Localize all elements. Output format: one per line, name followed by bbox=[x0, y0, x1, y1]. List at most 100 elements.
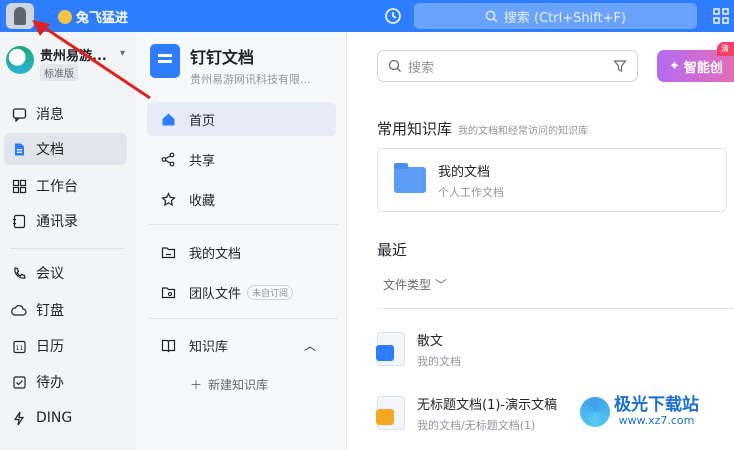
doc-nav-team-files[interactable]: 团队文件 未自订阅 bbox=[147, 275, 336, 309]
phone-icon bbox=[10, 264, 28, 282]
plus-icon: ＋ bbox=[190, 378, 203, 392]
org-switcher[interactable]: 贵州易游... 标准版 ▾ bbox=[6, 42, 134, 82]
nav-item-calendar[interactable]: 11 日历 bbox=[4, 330, 127, 362]
nav-item-ding[interactable]: DING bbox=[4, 402, 127, 434]
nav-item-contacts[interactable]: 通讯录 bbox=[4, 205, 127, 237]
svg-text:11: 11 bbox=[15, 345, 23, 352]
left-nav: 贵州易游... 标准版 ▾ 消息 文档 工作台 通讯录 会议 钉盘 11 日历 … bbox=[0, 32, 136, 450]
doc-nav-label: 知识库 bbox=[189, 339, 229, 355]
history-icon[interactable] bbox=[384, 7, 402, 25]
doc-nav-label: 共享 bbox=[189, 153, 216, 169]
doc-panel-divider bbox=[148, 318, 338, 319]
cloud-icon bbox=[10, 301, 28, 319]
doc-nav-home[interactable]: 首页 bbox=[147, 102, 336, 136]
kb-card-name: 我的文档 bbox=[438, 164, 491, 180]
user-name-label: 兔飞猛进 bbox=[76, 11, 129, 26]
nav-item-meeting[interactable]: 会议 bbox=[4, 257, 127, 289]
doc-panel-divider bbox=[148, 224, 338, 225]
presentation-file-icon bbox=[376, 396, 405, 430]
nav-item-workbench[interactable]: 工作台 bbox=[4, 170, 127, 202]
watermark: 极光下载站 www.xz7.com bbox=[580, 396, 699, 427]
doc-nav-label: 首页 bbox=[189, 113, 216, 129]
doc-path: 我的文档 bbox=[417, 354, 461, 368]
nav-label: 待办 bbox=[36, 375, 64, 391]
nav-label: 日历 bbox=[36, 339, 64, 355]
knowledge-base-card[interactable]: 我的文档 个人工作文档 bbox=[377, 148, 727, 212]
nav-divider bbox=[10, 248, 125, 249]
main-content: 搜索 ✦ 智能创 清 常用知识库 我的文档和经常访问的知识库 我的文档 个人工作文… bbox=[347, 32, 734, 450]
doc-nav-label: 我的文档 bbox=[189, 246, 242, 262]
nav-label: 文档 bbox=[36, 142, 64, 158]
doc-search-input[interactable]: 搜索 bbox=[377, 50, 638, 82]
file-type-filter[interactable]: 文件类型 ﹀ bbox=[383, 276, 447, 293]
doc-nav-label: 团队文件 bbox=[189, 286, 242, 302]
watermark-url: www.xz7.com bbox=[618, 414, 695, 427]
bunny-icon bbox=[58, 9, 72, 24]
doc-nav-label: 收藏 bbox=[189, 193, 216, 209]
file-type-label: 文件类型 bbox=[383, 278, 432, 292]
org-logo bbox=[6, 46, 34, 74]
calendar-icon: 11 bbox=[10, 337, 28, 355]
magic-wand-icon: ✦ bbox=[669, 58, 680, 74]
org-name: 贵州易游... bbox=[40, 49, 107, 64]
global-search[interactable]: 搜索 (Ctrl+Shift+F) bbox=[414, 3, 697, 29]
nav-item-docs[interactable]: 文档 bbox=[4, 133, 127, 165]
doc-nav-my-docs[interactable]: 我的文档 bbox=[147, 235, 336, 269]
apps-grid-icon[interactable] bbox=[713, 8, 729, 24]
user-name[interactable]: 兔飞猛进 bbox=[58, 7, 128, 26]
top-bar: 兔飞猛进 搜索 (Ctrl+Shift+F) bbox=[0, 0, 734, 32]
doc-panel-subtitle: 贵州易游网讯科技有限... bbox=[190, 73, 311, 86]
doc-panel-header: 钉钉文档 贵州易游网讯科技有限... bbox=[150, 44, 311, 87]
team-files-badge: 未自订阅 bbox=[247, 284, 294, 300]
search-icon bbox=[485, 10, 498, 22]
ai-create-label: 智能创 bbox=[683, 60, 723, 76]
watermark-brand: 极光下载站 bbox=[614, 395, 699, 415]
folder-icon bbox=[394, 163, 426, 193]
chevron-up-icon[interactable]: ︿ bbox=[304, 337, 316, 354]
doc-name: 无标题文档(1)-演示文稿 bbox=[417, 397, 558, 413]
share-icon bbox=[159, 150, 177, 168]
nav-item-drive[interactable]: 钉盘 bbox=[4, 294, 127, 326]
chevron-down-icon: ﹀ bbox=[434, 278, 447, 292]
ai-promo-badge: 清 bbox=[717, 42, 734, 56]
doc-panel-title: 钉钉文档 bbox=[190, 48, 255, 67]
watermark-logo bbox=[580, 396, 610, 427]
doc-file-icon bbox=[376, 332, 405, 366]
home-icon bbox=[159, 110, 177, 128]
new-knowledge-base-button[interactable]: ＋ 新建知识库 bbox=[190, 376, 268, 393]
doc-nav-favorites[interactable]: 收藏 bbox=[147, 182, 336, 216]
kb-card-desc: 个人工作文档 bbox=[438, 185, 504, 199]
recent-divider bbox=[377, 308, 734, 309]
dingtalk-docs-logo bbox=[150, 44, 180, 78]
nav-label: DING bbox=[36, 410, 73, 426]
filter-icon[interactable] bbox=[613, 59, 627, 73]
nav-label: 消息 bbox=[36, 107, 64, 123]
doc-name: 散文 bbox=[417, 333, 444, 349]
doc-nav-knowledge-base[interactable]: 知识库 ︿ bbox=[147, 328, 336, 362]
grid-icon bbox=[10, 177, 28, 195]
nav-label: 钉盘 bbox=[36, 303, 64, 319]
recent-doc-row[interactable]: 散文 我的文档 bbox=[376, 324, 734, 374]
search-icon bbox=[388, 59, 401, 72]
document-icon bbox=[10, 140, 28, 158]
doc-panel: 钉钉文档 贵州易游网讯科技有限... 首页 共享 收藏 我的文档 团队文件 未自… bbox=[136, 32, 347, 450]
lightning-icon bbox=[10, 409, 28, 427]
nav-item-messages[interactable]: 消息 bbox=[4, 98, 127, 130]
doc-nav-shared[interactable]: 共享 bbox=[147, 142, 336, 176]
doc-search-placeholder: 搜索 bbox=[408, 60, 435, 76]
user-avatar[interactable] bbox=[6, 3, 34, 29]
book-icon bbox=[159, 336, 177, 354]
common-kb-subtitle: 我的文档和经常访问的知识库 bbox=[458, 126, 589, 137]
common-kb-title: 常用知识库 bbox=[377, 120, 453, 138]
nav-item-todo[interactable]: 待办 bbox=[4, 366, 127, 398]
common-kb-section-title: 常用知识库 我的文档和经常访问的知识库 bbox=[377, 118, 588, 139]
folder-icon bbox=[159, 243, 177, 261]
new-knowledge-base-label: 新建知识库 bbox=[208, 378, 269, 392]
nav-label: 工作台 bbox=[36, 179, 78, 195]
message-icon bbox=[10, 105, 28, 123]
doc-path: 我的文档/无标题文档(1) bbox=[417, 418, 536, 432]
global-search-placeholder: 搜索 (Ctrl+Shift+F) bbox=[503, 10, 627, 26]
nav-label: 会议 bbox=[36, 266, 64, 282]
org-edition-badge: 标准版 bbox=[40, 64, 78, 81]
checkbox-icon bbox=[10, 373, 28, 391]
